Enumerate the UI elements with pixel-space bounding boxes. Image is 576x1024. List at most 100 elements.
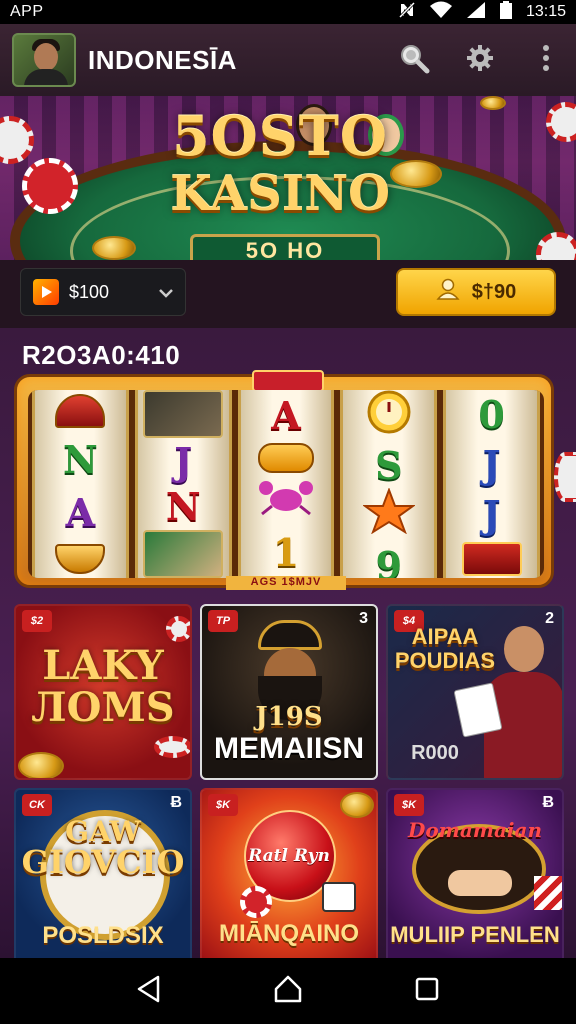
gift-box-icon [534,876,562,910]
battery-icon [499,0,512,24]
gear-icon [465,43,495,78]
bowl-icon [55,543,106,574]
slot-symbol-0: 0 [478,392,505,438]
dice-icon [322,882,356,912]
slot-reels: N A J N A 1 S 9 0 J J [28,390,544,578]
amount-dropdown-value: $100 [69,281,110,302]
game-tile[interactable]: CK Ƀ GAW GIOVCIO POSLDSIX [14,788,192,964]
balance-button[interactable]: $†90 [396,268,556,316]
crab-icon [258,478,314,525]
tile-caption: MULIIP PENLEN [390,922,560,947]
game-tile[interactable]: TP 3 J19S MEMAIISN [200,604,378,780]
back-icon [136,975,162,1008]
tile-title-line1: GAW [65,815,141,848]
hero-banner[interactable]: 5OSTO KASINO 5O HO [0,96,576,260]
avatar[interactable] [12,33,76,87]
slot-symbol-A: A [271,392,301,438]
recents-button[interactable] [407,971,447,1011]
bar-icon [257,442,314,473]
gold-coin-icon [480,96,506,110]
tile-tag: $K [394,794,424,816]
poker-chip-icon [554,452,576,502]
crown-icon [258,620,322,650]
game-tile[interactable]: $4 2 AIPAA POUDIAS R000 [386,604,564,780]
game-tile[interactable]: $2 LAKY ЛOMS [14,604,192,780]
slot-symbol-A: A [65,490,96,536]
tile-tag: CK [22,794,52,816]
poker-chip-icon [240,886,272,918]
gold-coin-icon [18,752,64,778]
slot-reel: S 9 [340,390,438,578]
poker-chip-icon [22,158,78,214]
slot-symbol-N: N [165,484,201,530]
ribbon-icon [252,370,324,392]
tile-number: 2 [545,610,554,627]
slot-symbol-J: J [482,442,501,488]
slot-reel: 0 J J [443,390,540,578]
clock-icon [363,390,415,443]
hero-title-line1: 5OSTO [172,104,388,168]
more-vert-icon [542,44,550,77]
status-bar: APP 13:15 [0,0,576,24]
system-nav-bar [0,958,576,1024]
tile-title-line1: LAKY [42,642,164,689]
tile-title-line1: Domamaian [407,818,543,842]
star-icon [361,487,416,543]
page-title: INDONESĪA [88,44,237,75]
wifi-icon [429,1,452,24]
balance-button-label: $†90 [471,280,517,303]
slot-reel: J N [134,390,232,578]
home-button[interactable] [268,971,308,1011]
game-tile[interactable]: $K Ƀ Domamaian MULIIP PENLEN [386,788,564,964]
recents-icon [415,977,439,1006]
tile-number: 3 [359,610,368,627]
hero-title-line2: KASINO [170,166,390,222]
poker-chip-icon [166,616,190,642]
user-icon [436,278,460,306]
search-button[interactable] [396,42,432,78]
tile-number: Ƀ [542,794,554,811]
app-bar: INDONESĪA [0,24,576,96]
back-button[interactable] [129,971,169,1011]
table-sign: 5O HO [190,234,380,260]
bell-icon [55,394,106,429]
status-time: 13:15 [525,3,566,20]
slot-symbol-1: 1 [272,530,300,576]
app-actions [396,42,564,78]
tile-number: Ƀ [170,794,182,811]
slot-symbol-J: J [174,438,193,484]
tile-caption: R000 [411,742,459,764]
tile-caption: POSLDSIX [42,922,164,949]
home-icon [273,974,303,1009]
poker-chip-icon [154,736,190,758]
search-icon [398,42,430,79]
section-title: R2O3A0:410 [22,340,181,370]
hand-icon [448,870,512,896]
controls-row: $100 $†90 [0,260,576,328]
tile-title-line2: GIOVCIO [21,843,185,881]
slot-symbol-9: 9 [375,543,403,578]
character-photo-icon [143,390,224,439]
play-icon [33,279,59,305]
signal-icon [466,1,486,24]
tile-title-line1: Ratl Ryn [248,846,330,866]
tile-title-line2: MEMAIISN [214,732,364,765]
amount-dropdown[interactable]: $100 [20,268,186,316]
slot-symbol-J: J [482,491,501,537]
status-app-label: APP [10,3,44,20]
tile-title-line1: J19S [255,702,323,732]
gold-coin-icon [92,236,136,260]
slot-symbol-N: N [63,436,98,482]
status-icons: 13:15 [398,0,566,24]
tile-tag: $K [208,794,238,816]
more-button[interactable] [528,42,564,78]
character-face-icon [504,626,544,672]
tile-title-line2: ЛOMS [31,684,175,731]
nfc-off-icon [398,1,416,24]
settings-button[interactable] [462,42,498,78]
slot-reel: N A [32,390,129,578]
tile-tag: TP [208,610,238,632]
slot-caption: AGS 1$MJV [226,576,346,590]
box-icon [461,541,522,576]
game-tile[interactable]: $K Ratl Ryn MIĀNQAINO [200,788,378,964]
